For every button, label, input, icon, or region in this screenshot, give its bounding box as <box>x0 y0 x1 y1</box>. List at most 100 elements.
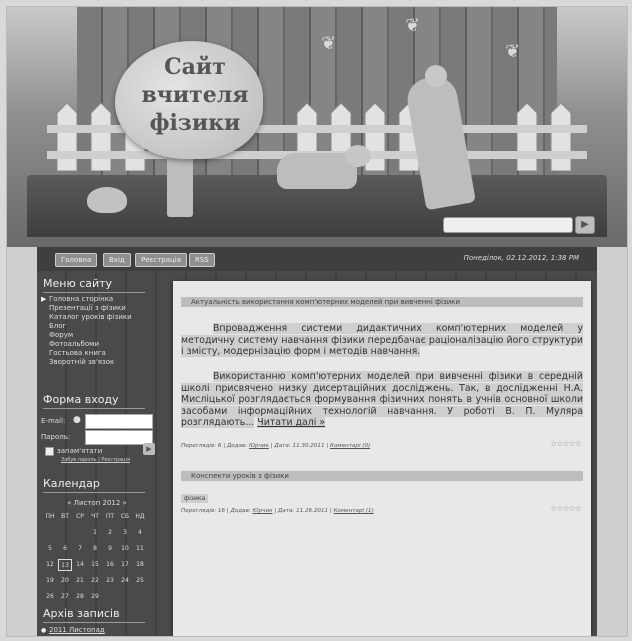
archive-item[interactable]: 2011 Листопад <box>49 626 105 635</box>
calendar-day-today[interactable]: 13 <box>58 559 72 571</box>
calendar-day[interactable]: 26 <box>43 591 57 603</box>
calendar-day[interactable]: 19 <box>43 575 57 587</box>
post-date: Дата: 11.30.2011 <box>274 443 325 449</box>
page-frame: Сайт вчителя фізики ❦ ❦ ❦ ▶ Головна Вхід… <box>6 6 628 637</box>
calendar-day[interactable]: 14 <box>73 559 87 571</box>
calendar-day[interactable]: 1 <box>88 527 102 539</box>
email-label: E-mail: <box>41 417 66 425</box>
calendar-day[interactable]: 28 <box>73 591 87 603</box>
post-title[interactable]: Актуальність використання комп'ютерних м… <box>181 297 583 307</box>
archive-title: Архів записів <box>43 607 145 623</box>
menu-item-photos[interactable]: Фотоальбоми <box>49 340 99 349</box>
calendar-day[interactable]: 6 <box>58 543 72 555</box>
site-title-line1: Сайт <box>164 54 226 80</box>
calendar-day[interactable]: 20 <box>58 575 72 587</box>
post-paragraph: Використанню комп'ютерних моделей при ви… <box>181 371 583 429</box>
post-title[interactable]: Конспекти уроків з фізики <box>181 471 583 481</box>
remember-label: запам'ятати <box>57 447 103 455</box>
page-body: Меню сайту ▶ Головна сторінка Презентаці… <box>37 271 597 636</box>
post-date: Дата: 11.26.2011 <box>277 508 329 514</box>
calendar-title: Календар <box>43 477 145 493</box>
search-button[interactable]: ▶ <box>575 216 595 234</box>
calendar-day[interactable]: 2 <box>103 527 117 539</box>
search-input[interactable] <box>443 217 573 233</box>
calendar-day[interactable]: 29 <box>88 591 102 603</box>
email-field[interactable] <box>85 414 153 429</box>
rabbit-illustration <box>87 187 127 213</box>
calendar-weekday: СБ <box>120 513 130 520</box>
views-count: Переглядів: 6 <box>181 443 222 449</box>
calendar-weekday: ВТ <box>61 513 69 520</box>
calendar-day[interactable]: 16 <box>103 559 117 571</box>
calendar-day[interactable]: 12 <box>43 559 57 571</box>
rating-stars[interactable]: ☆☆☆☆☆ <box>550 439 582 448</box>
calendar-day[interactable]: 27 <box>58 591 72 603</box>
added-label: Додав: <box>226 443 248 449</box>
calendar-day[interactable]: 4 <box>133 527 147 539</box>
menu-item-lessons[interactable]: Каталог уроків фізики <box>49 313 132 322</box>
post-paragraph: Впровадження системи дидактичних комп'ют… <box>181 323 583 358</box>
menu-title: Меню сайту <box>43 277 145 293</box>
calendar-day[interactable]: 25 <box>133 575 147 587</box>
calendar-weekday: СР <box>76 513 84 520</box>
rating-stars[interactable]: ☆☆☆☆☆ <box>550 504 582 513</box>
comments-link[interactable]: Коментарі (1) <box>334 508 374 514</box>
menu-item-guestbook[interactable]: Гостьова книга <box>49 349 106 358</box>
menu-item-forum[interactable]: Форум <box>49 331 73 340</box>
calendar-weekday: НД <box>135 513 145 520</box>
calendar-day[interactable]: 5 <box>43 543 57 555</box>
post-tag[interactable]: фізика <box>181 494 209 503</box>
calendar-day[interactable]: 15 <box>88 559 102 571</box>
post-meta: Переглядів: 16 | Додав: Юрчик | Дата: 11… <box>181 508 374 514</box>
calendar-weekday: ПН <box>45 513 55 520</box>
calendar-day[interactable]: 18 <box>133 559 147 571</box>
calendar-month-nav[interactable]: « Листоп 2012 » <box>37 499 157 507</box>
remember-checkbox[interactable] <box>45 447 54 456</box>
calendar-weekday: ПТ <box>105 513 115 520</box>
nav-login[interactable]: Вхід <box>103 253 131 267</box>
site-title-line2: вчителя <box>141 82 249 108</box>
menu-item-feedback[interactable]: Зворотній зв'язок <box>49 358 114 367</box>
menu-item-presentations[interactable]: Презентації з фізики <box>49 304 126 313</box>
header-banner: Сайт вчителя фізики ❦ ❦ ❦ ▶ <box>7 7 627 247</box>
forgot-register-links[interactable]: Забув пароль | Реєстрація <box>61 457 130 463</box>
login-button[interactable]: ▶ <box>143 443 155 455</box>
comments-link[interactable]: Коментарі (0) <box>330 443 370 449</box>
nav-rss[interactable]: RSS <box>189 253 215 267</box>
calendar-day[interactable]: 9 <box>103 543 117 555</box>
author-link[interactable]: Юрчик <box>253 508 273 514</box>
calendar-day[interactable]: 3 <box>118 527 132 539</box>
menu-item-home[interactable]: Головна сторінка <box>49 295 113 304</box>
dog-head-illustration <box>345 145 371 167</box>
help-icon[interactable]: ● <box>73 415 81 425</box>
calendar-day[interactable]: 22 <box>88 575 102 587</box>
sidebar: Меню сайту ▶ Головна сторінка Презентаці… <box>37 271 157 636</box>
menu-item-blog[interactable]: Блог <box>49 322 66 331</box>
butterfly-icon: ❦ <box>505 41 521 62</box>
person-head-illustration <box>425 65 447 87</box>
calendar-day[interactable]: 23 <box>103 575 117 587</box>
bullet-arrow-icon: ▶ <box>41 295 47 303</box>
author-link[interactable]: Юрчик <box>249 443 269 449</box>
nav-register[interactable]: Реєстрація <box>135 253 187 267</box>
bullet-icon: ● <box>41 627 47 634</box>
butterfly-icon: ❦ <box>321 33 337 54</box>
read-more-link[interactable]: Читати далі » <box>257 417 326 428</box>
calendar-weekday: ЧТ <box>91 513 99 520</box>
calendar-day[interactable]: 17 <box>118 559 132 571</box>
calendar-day[interactable]: 7 <box>73 543 87 555</box>
site-title[interactable]: Сайт вчителя фізики <box>125 53 265 137</box>
calendar-day[interactable]: 8 <box>88 543 102 555</box>
top-nav: Головна Вхід Реєстрація RSS Понеділок, 0… <box>37 247 597 271</box>
current-date: Понеділок, 02.12.2012, 1:38 PM <box>463 254 579 262</box>
site-title-line3: фізики <box>149 110 241 136</box>
calendar-day[interactable]: 21 <box>73 575 87 587</box>
post-paragraph-text: Використанню комп'ютерних моделей при ви… <box>181 371 583 428</box>
post-meta: Переглядів: 6 | Додав: Юрчик | Дата: 11.… <box>181 443 371 449</box>
login-title: Форма входу <box>43 393 145 409</box>
nav-home[interactable]: Головна <box>55 253 98 267</box>
calendar-day[interactable]: 11 <box>133 543 147 555</box>
calendar-day[interactable]: 10 <box>118 543 132 555</box>
calendar-day[interactable]: 24 <box>118 575 132 587</box>
butterfly-icon: ❦ <box>405 15 421 36</box>
